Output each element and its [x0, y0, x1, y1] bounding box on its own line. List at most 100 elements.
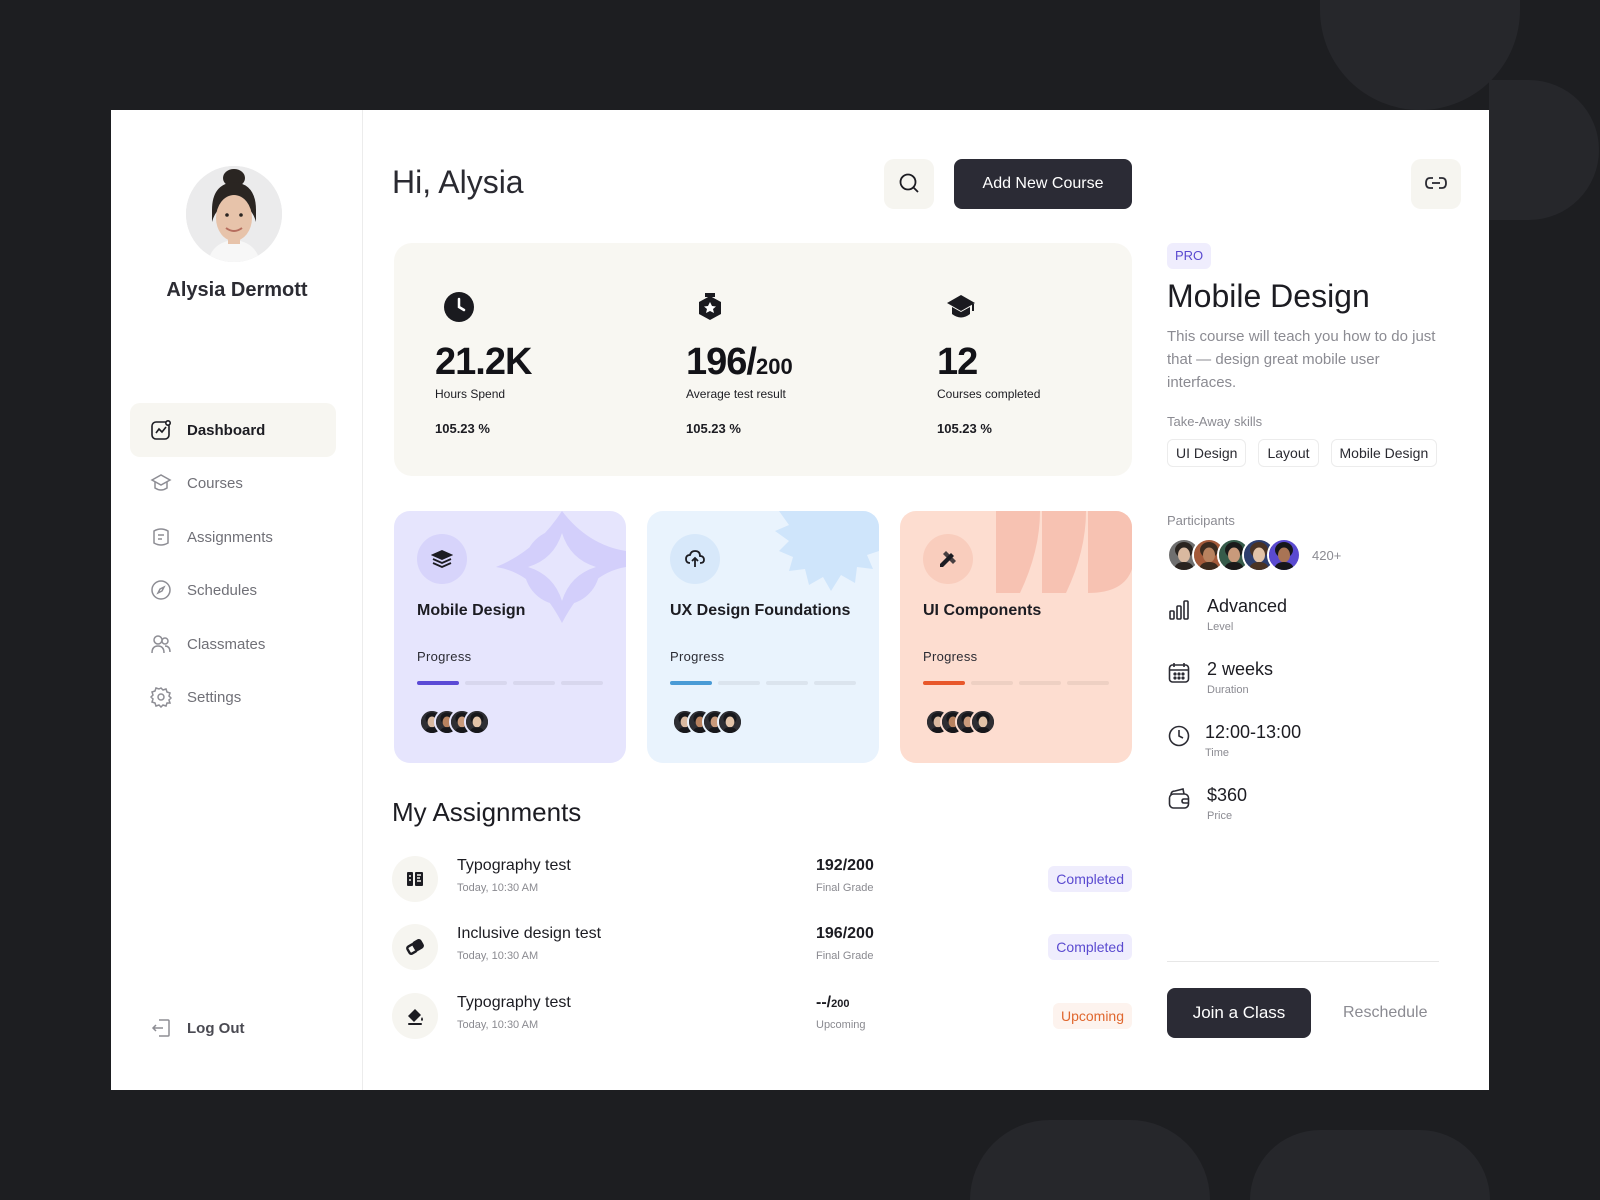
card-decoration: [739, 511, 879, 591]
assignment-time: Today, 10:30 AM: [457, 882, 539, 894]
skills-label: Take-Away skills: [1167, 414, 1263, 429]
progress-segment: [814, 681, 856, 685]
logout-icon: [150, 1017, 172, 1039]
grade-label: Upcoming: [816, 1019, 866, 1031]
time-info: 12:00-13:00 Time: [1167, 722, 1447, 766]
info-label: Time: [1205, 747, 1230, 759]
wallet-icon: [1167, 787, 1191, 811]
course-participants: [672, 709, 743, 735]
grade-label: Final Grade: [816, 882, 874, 894]
assignment-name: Inclusive design test: [457, 925, 602, 942]
page-title: Hi, Alysia: [392, 164, 524, 200]
level-info: Advanced Level: [1167, 596, 1447, 640]
progress-label: Progress: [417, 649, 472, 664]
background-shape: [970, 1120, 1210, 1200]
course-card-ux-design-foundations[interactable]: UX Design Foundations Progress: [647, 511, 879, 763]
progress-bar: [417, 681, 603, 685]
stat-value: 21.2K: [435, 341, 532, 383]
stat-value: 196/200: [686, 341, 793, 383]
stat-hours: 21.2K Hours Spend 105.23 %: [435, 243, 655, 476]
stat-label: Hours Spend: [435, 387, 506, 401]
progress-segment: [1019, 681, 1061, 685]
pencil-ruler-icon: [923, 534, 973, 584]
reschedule-button[interactable]: Reschedule: [1343, 988, 1428, 1038]
assignments-title: My Assignments: [392, 797, 582, 827]
add-course-button[interactable]: Add New Course: [954, 159, 1132, 209]
skills-list: UI Design Layout Mobile Design: [1167, 439, 1438, 467]
participant-avatar: [970, 709, 996, 735]
skill-chip[interactable]: Layout: [1258, 439, 1319, 467]
background-shape: [1250, 1130, 1490, 1200]
participants-label: Participants: [1167, 513, 1235, 528]
progress-label: Progress: [923, 649, 978, 664]
progress-segment: [971, 681, 1013, 685]
info-label: Price: [1207, 810, 1233, 822]
badge-icon: [694, 291, 726, 323]
progress-segment: [766, 681, 808, 685]
join-class-button[interactable]: Join a Class: [1167, 988, 1311, 1038]
paint-bucket-icon: [392, 993, 438, 1039]
assignment-grade: 192/200: [816, 857, 874, 874]
clock-icon: [443, 291, 475, 323]
graduation-cap-icon: [150, 472, 172, 494]
stat-percent: 105.23 %: [435, 421, 490, 436]
sidebar-item-schedules[interactable]: Schedules: [130, 563, 336, 617]
participant-avatar: [717, 709, 743, 735]
info-label: Duration: [1207, 684, 1249, 696]
status-badge: Upcoming: [1052, 1003, 1132, 1029]
search-button[interactable]: [884, 159, 934, 209]
card-decoration: [996, 511, 1132, 593]
sidebar-item-label: Classmates: [187, 635, 266, 653]
stat-label: Average test result: [686, 387, 786, 401]
duration-info: 2 weeks Duration: [1167, 659, 1447, 703]
sidebar-item-label: Assignments: [187, 528, 273, 546]
compass-icon: [150, 579, 172, 601]
sidebar-item-assignments[interactable]: Assignments: [130, 510, 336, 564]
progress-segment: [718, 681, 760, 685]
info-value: $360: [1207, 785, 1248, 805]
course-title: UI Components: [923, 602, 1042, 619]
upload-cloud-icon: [670, 534, 720, 584]
assignment-grade: 196/200: [816, 925, 874, 942]
share-link-button[interactable]: [1411, 159, 1461, 209]
info-value: 2 weeks: [1207, 659, 1274, 679]
sidebar-item-label: Settings: [187, 688, 242, 706]
avatar[interactable]: [186, 166, 282, 262]
assignment-row[interactable]: Typography test Today, 10:30 AM --/200 U…: [392, 991, 1132, 1041]
assignment-row[interactable]: Inclusive design test Today, 10:30 AM 19…: [392, 922, 1132, 972]
logout-label: Log Out: [187, 1019, 245, 1037]
progress-segment: [465, 681, 507, 685]
grade-label: Final Grade: [816, 950, 874, 962]
sidebar-item-dashboard[interactable]: Dashboard: [130, 403, 336, 457]
stats-panel: 21.2K Hours Spend 105.23 % 196/200 Avera…: [394, 243, 1132, 476]
price-info: $360 Price: [1167, 785, 1447, 829]
gear-icon: [150, 686, 172, 708]
logout-button[interactable]: Log Out: [130, 1008, 336, 1048]
assignment-time: Today, 10:30 AM: [457, 950, 539, 962]
pro-badge: PRO: [1167, 243, 1212, 269]
assignment-icon: [150, 526, 172, 548]
search-icon: [898, 172, 920, 197]
assignment-name: Typography test: [457, 994, 571, 1011]
participants-count: 420+: [1312, 547, 1342, 563]
background-shape: [1489, 80, 1599, 220]
course-detail-title: Mobile Design: [1167, 278, 1370, 314]
progress-segment: [670, 681, 712, 685]
skill-chip[interactable]: UI Design: [1167, 439, 1247, 467]
progress-bar: [670, 681, 856, 685]
progress-label: Progress: [670, 649, 725, 664]
clock-icon: [1167, 724, 1191, 748]
calendar-icon: [1167, 661, 1191, 685]
course-card-mobile-design[interactable]: Mobile Design Progress: [394, 511, 626, 763]
skill-chip[interactable]: Mobile Design: [1330, 439, 1438, 467]
assignment-grade: --/200: [816, 994, 850, 1011]
info-value: 12:00-13:00: [1205, 722, 1302, 742]
assignment-row[interactable]: Typography test Today, 10:30 AM 192/200 …: [392, 854, 1132, 904]
sidebar-item-classmates[interactable]: Classmates: [130, 617, 336, 671]
participants-list[interactable]: 420+: [1167, 538, 1341, 572]
sidebar-item-courses[interactable]: Courses: [130, 456, 336, 510]
sidebar-item-label: Schedules: [187, 581, 258, 599]
divider: [1167, 961, 1439, 962]
sidebar-item-settings[interactable]: Settings: [130, 670, 336, 724]
course-card-ui-components[interactable]: UI Components Progress: [900, 511, 1132, 763]
